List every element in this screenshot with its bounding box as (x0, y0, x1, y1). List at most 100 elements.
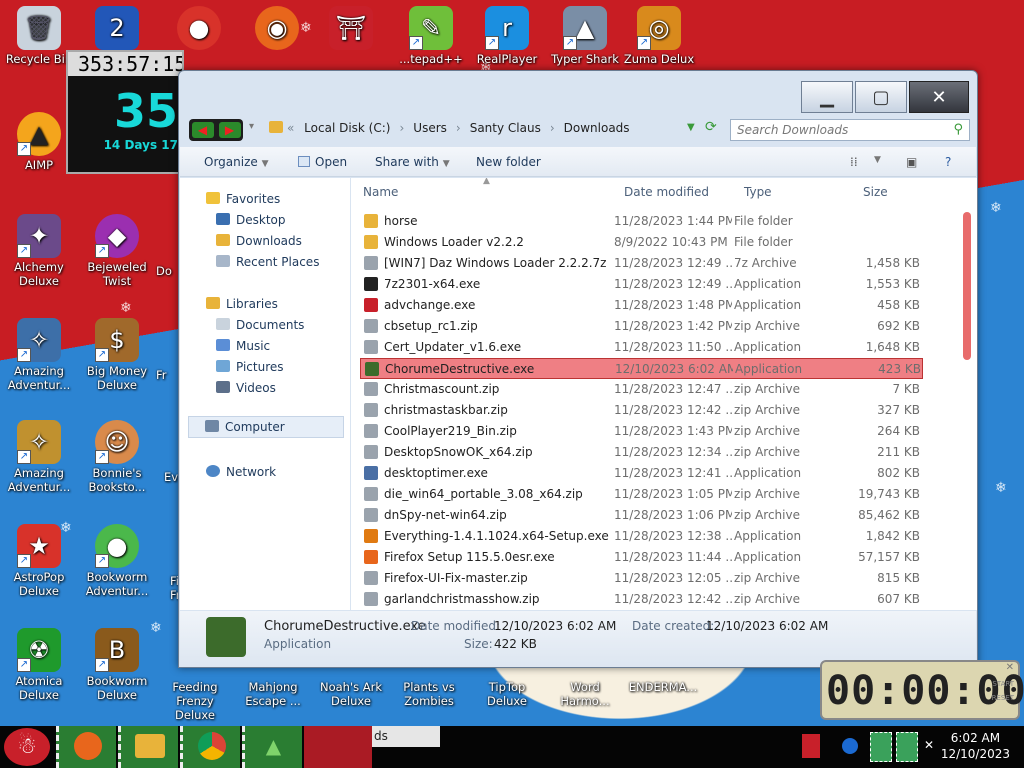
tray-network-icon[interactable] (870, 732, 892, 762)
taskbar-explorer[interactable] (118, 726, 178, 768)
file-row[interactable]: cbsetup_rc1.zip 11/28/2023 1:42 PM zip Arc… (360, 316, 923, 337)
christmas-countdown-gadget[interactable]: 353:57:15 Christm 35 14 Days 17 (66, 50, 184, 174)
search-icon[interactable]: ⚲ (953, 122, 963, 137)
nav-computer[interactable]: Computer (188, 416, 344, 438)
desktop-icon-mahjong[interactable]: Mahjong Escape ... (234, 680, 312, 708)
file-row[interactable]: ChorumeDestructive.exe 12/10/2023 6:02 AM… (360, 358, 923, 379)
view-options-icon[interactable]: ⁞⁞ (850, 155, 858, 169)
taskbar-chrome[interactable] (180, 726, 240, 768)
desktop-icon-big-money[interactable]: $ ↗ Big Money Deluxe (78, 318, 156, 392)
nav-documents[interactable]: Documents (216, 318, 304, 332)
desktop-icon-typer-shark[interactable]: ▲ ↗ Typer Shark (546, 6, 624, 66)
search-input[interactable]: Search Downloads ⚲ (730, 119, 970, 141)
file-row[interactable]: Windows Loader v2.2.2 8/9/2022 10:43 PM Fi… (360, 232, 923, 253)
address-dropdown-icon[interactable]: ▼ (687, 122, 695, 133)
breadcrumb-overflow-icon[interactable]: « (287, 121, 294, 135)
file-row[interactable]: horse 11/28/2023 1:44 PM File folder (360, 211, 923, 232)
desktop-icon-atomica[interactable]: ☢ ↗ Atomica Deluxe (0, 628, 78, 702)
stopwatch-close-icon[interactable]: ✕ (1006, 662, 1014, 673)
file-row[interactable]: Christmascount.zip 11/28/2023 12:47 ... zi… (360, 379, 923, 400)
taskbar-clock[interactable]: 6:02 AM 12/10/2023 (941, 730, 1010, 762)
file-row[interactable]: desktoptimer.exe 11/28/2023 12:41 ... Appl… (360, 463, 923, 484)
file-row[interactable]: Firefox Setup 115.5.0esr.exe 11/28/2023 1… (360, 547, 923, 568)
nav-recent-places[interactable]: Recent Places (216, 255, 319, 269)
nav-network[interactable]: Network (206, 465, 276, 479)
tray-icon-1[interactable] (802, 734, 820, 758)
desktop-icon-deluxe[interactable]: 2 (78, 6, 156, 52)
breadcrumb-separator-icon[interactable]: › (399, 121, 404, 135)
chevron-down-icon[interactable]: ▼ (874, 155, 881, 165)
desktop-icon-bonnies-bookstore[interactable]: ☺ ↗ Bonnie's Booksto... (78, 420, 156, 494)
column-header-name[interactable]: Name (363, 185, 398, 199)
desktop-icon-bejeweled[interactable]: ◆ ↗ Bejeweled Twist (78, 214, 156, 288)
organize-button[interactable]: Organize ▼ (204, 155, 269, 169)
desktop-icon-feeding-frenzy[interactable]: Feeding Frenzy Deluxe (156, 680, 234, 722)
column-header-date[interactable]: Date modified (624, 185, 709, 199)
file-row[interactable]: DesktopSnowOK_x64.zip 11/28/2023 12:34 ..… (360, 442, 923, 463)
breadcrumb-separator-icon[interactable]: › (550, 121, 555, 135)
file-row[interactable]: die_win64_portable_3.08_x64.zip 11/28/202… (360, 484, 923, 505)
recent-pages-chevron-icon[interactable]: ▾ (249, 121, 254, 132)
taskbar-firefox[interactable] (56, 726, 116, 768)
maximize-button[interactable]: ▢ (855, 81, 907, 113)
close-button[interactable]: ✕ (909, 81, 969, 113)
nav-libraries[interactable]: Libraries (206, 297, 278, 311)
desktop-icon-bookworm-adventures[interactable]: ● ↗ Bookworm Adventur... (78, 524, 156, 598)
nav-downloads[interactable]: Downloads (216, 234, 302, 248)
desktop-icon-bookworm-deluxe[interactable]: B ↗ Bookworm Deluxe (78, 628, 156, 702)
desktop-icon-word-harmony[interactable]: Word Harmo... (546, 680, 624, 708)
desktop-icon-firefox-top[interactable]: ◉ (238, 6, 316, 52)
stopwatch-start-button[interactable]: START (992, 680, 1014, 688)
stopwatch-reset-button[interactable]: RESET (992, 694, 1014, 702)
nav-back-forward[interactable]: ◀ ▶ (189, 119, 243, 141)
tray-volume-muted-icon[interactable]: ✕ (924, 738, 934, 752)
open-button[interactable]: Open (298, 155, 347, 169)
desktop-icon-game-top-1[interactable]: ● (160, 6, 238, 52)
file-row[interactable]: Cert_Updater_v1.6.exe 11/28/2023 11:50 ..… (360, 337, 923, 358)
help-icon[interactable]: ? (945, 155, 951, 169)
file-row[interactable]: 7z2301-x64.exe 11/28/2023 12:49 ... Applic… (360, 274, 923, 295)
nav-music[interactable]: Music (216, 339, 270, 353)
breadcrumb-separator-icon[interactable]: › (456, 121, 461, 135)
preview-pane-icon[interactable]: ▣ (906, 155, 917, 169)
minimize-button[interactable]: ▁ (801, 81, 853, 113)
desktop-icon-alchemy[interactable]: ✦ ↗ Alchemy Deluxe (0, 214, 78, 288)
explorer-window[interactable]: ▁ ▢ ✕ ◀ ▶ ▾ « Local Disk (C:) › Users › Sant… (178, 70, 978, 668)
file-row[interactable]: Everything-1.4.1.1024.x64-Setup.exe 11/28… (360, 526, 923, 547)
scrollbar-thumb[interactable] (963, 212, 971, 360)
desktop-icon-amazing-adventures-2[interactable]: ✧ ↗ Amazing Adventur... (0, 420, 78, 494)
refresh-icon[interactable]: ⟳ (705, 119, 717, 135)
tray-icon-2[interactable] (842, 738, 858, 754)
breadcrumb-item[interactable]: Downloads (564, 121, 630, 135)
nav-desktop[interactable]: Desktop (216, 213, 286, 227)
desktop-icon-realplayer[interactable]: r ↗ RealPlayer (468, 6, 546, 66)
tray-monitor-icon[interactable] (896, 732, 918, 762)
taskbar-christmas-tree[interactable]: ▲ (242, 726, 302, 768)
nav-favorites[interactable]: Favorites (206, 192, 280, 206)
desktop-icon-amazing-adventures-1[interactable]: ✧ ↗ Amazing Adventur... (0, 318, 78, 392)
breadcrumb-item[interactable]: Local Disk (C:) (304, 121, 390, 135)
window-titlebar[interactable]: ▁ ▢ ✕ (179, 71, 977, 113)
column-header-size[interactable]: Size (863, 185, 888, 199)
desktop-icon-enderman[interactable]: ENDERMA... (624, 680, 702, 694)
forward-arrow-icon[interactable]: ▶ (218, 122, 241, 138)
desktop-icon-zuma[interactable]: ◎ ↗ Zuma Delux (620, 6, 698, 66)
new-folder-button[interactable]: New folder (476, 155, 541, 169)
file-row[interactable]: advchange.exe 11/28/2023 1:48 PM Applicati… (360, 295, 923, 316)
column-header-type[interactable]: Type (744, 185, 772, 199)
desktop-icon-plants-vs-zombies[interactable]: Plants vs Zombies (390, 680, 468, 708)
share-with-button[interactable]: Share with ▼ (375, 155, 450, 169)
file-row[interactable]: CoolPlayer219_Bin.zip 11/28/2023 1:43 PM z… (360, 421, 923, 442)
nav-videos[interactable]: Videos (216, 381, 276, 395)
start-button[interactable]: ☃ (4, 728, 50, 766)
desktop-icon-notepadpp[interactable]: ✎ ↗ ...tepad++ (392, 6, 470, 66)
breadcrumb-item[interactable]: Users (413, 121, 447, 135)
breadcrumb-item[interactable]: Santy Claus (470, 121, 541, 135)
breadcrumb[interactable]: « Local Disk (C:) › Users › Santy Claus › Down… (287, 121, 630, 135)
desktop-icon-noahs-ark[interactable]: Noah's Ark Deluxe (312, 680, 390, 708)
vertical-scrollbar[interactable] (963, 198, 971, 588)
desktop-icon-shrine[interactable]: ⛩ (312, 6, 390, 52)
taskbar-active-window[interactable] (304, 726, 372, 768)
file-row[interactable]: dnSpy-net-win64.zip 11/28/2023 1:06 PM zip… (360, 505, 923, 526)
stopwatch-gadget[interactable]: 00:00:00 START RESET ✕ (820, 660, 1024, 720)
